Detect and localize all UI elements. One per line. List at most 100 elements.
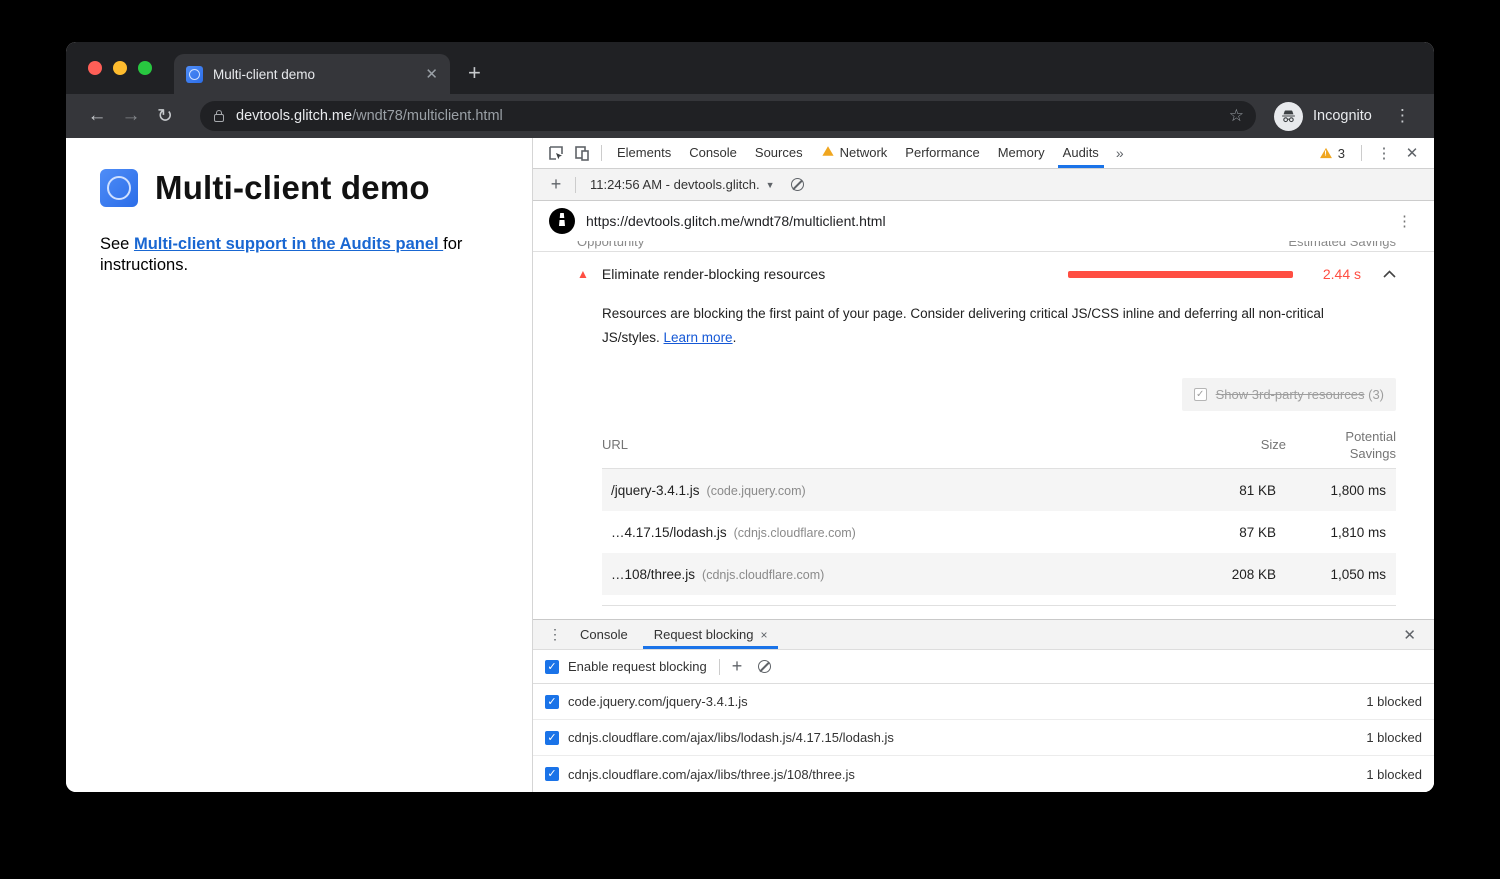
third-party-checkbox[interactable]: ✓ <box>1194 388 1207 401</box>
third-party-toggle[interactable]: ✓ Show 3rd-party resources (3) <box>1182 378 1396 411</box>
browser-menu-icon[interactable]: ⋮ <box>1394 106 1411 126</box>
table-row: /jquery-3.4.1.js(code.jquery.com) 81 KB … <box>602 469 1396 511</box>
devtools-tabbar: Elements Console Sources Network Perform… <box>533 138 1434 169</box>
report-menu-icon[interactable]: ⋮ <box>1397 212 1418 230</box>
drawer-tab-close-icon[interactable]: × <box>760 628 767 642</box>
resource-savings: 1,810 ms <box>1276 524 1386 541</box>
reload-icon[interactable]: ↻ <box>148 105 182 128</box>
tab-title: Multi-client demo <box>213 67 415 82</box>
resource-url: …4.17.15/lodash.js <box>611 525 727 540</box>
incognito-label: Incognito <box>1313 108 1372 124</box>
tab-close-icon[interactable]: ✕ <box>425 65 438 83</box>
third-party-label-text: Show 3rd-party resources <box>1216 387 1365 402</box>
page-title: Multi-client demo <box>155 169 430 207</box>
learn-more-link[interactable]: Learn more <box>664 330 733 345</box>
blocked-count: 1 blocked <box>1366 694 1422 709</box>
collapse-chevron-icon[interactable] <box>1383 270 1396 278</box>
warning-icon <box>1320 148 1332 158</box>
drawer-tab-request-blocking[interactable]: Request blocking × <box>641 620 781 649</box>
toolbar-divider <box>601 145 602 161</box>
table-header: URL Size PotentialSavings <box>602 421 1396 469</box>
address-bar[interactable]: devtools.glitch.me /wndt78/multiclient.h… <box>200 101 1256 131</box>
audits-panel-link[interactable]: Multi-client support in the Audits panel <box>134 235 443 253</box>
savings-value: 2.44 s <box>1309 266 1361 282</box>
url-path: /wndt78/multiclient.html <box>352 108 503 124</box>
close-window-button[interactable] <box>88 61 102 75</box>
drawer-menu-icon[interactable]: ⋮ <box>543 626 567 643</box>
resource-origin: (cdnjs.cloudflare.com) <box>734 526 856 540</box>
blocked-count: 1 blocked <box>1366 767 1422 782</box>
browser-tab[interactable]: Multi-client demo ✕ <box>174 54 450 94</box>
resource-size: 208 KB <box>1196 567 1276 582</box>
add-pattern-icon[interactable]: + <box>732 656 743 677</box>
tab-audits[interactable]: Audits <box>1054 138 1108 168</box>
toolbar-divider <box>719 659 720 675</box>
forward-icon[interactable]: → <box>114 105 148 127</box>
devtools-close-icon[interactable]: ✕ <box>1400 144 1424 162</box>
new-audit-icon[interactable]: + <box>543 174 569 195</box>
audits-toolbar: + 11:24:56 AM - devtools.glitch. ▼ <box>533 169 1434 201</box>
drawer-tab-console[interactable]: Console <box>567 620 641 649</box>
opportunity-table: URL Size PotentialSavings /jquery-3.4.1.… <box>602 421 1396 595</box>
lighthouse-avatar-icon <box>549 208 575 234</box>
tab-performance[interactable]: Performance <box>896 138 988 168</box>
resource-size: 87 KB <box>1196 525 1276 540</box>
tab-elements[interactable]: Elements <box>608 138 680 168</box>
opportunity-column-label: Opportunity <box>577 241 644 249</box>
device-toolbar-icon[interactable] <box>569 140 595 166</box>
incognito-badge: Incognito <box>1274 102 1372 131</box>
minimize-window-button[interactable] <box>113 61 127 75</box>
clear-audits-icon[interactable] <box>791 178 804 191</box>
bookmark-star-icon[interactable]: ☆ <box>1229 106 1244 126</box>
enable-request-blocking-checkbox[interactable]: ✓ <box>545 660 559 674</box>
pattern-checkbox[interactable]: ✓ <box>545 767 559 781</box>
blocked-pattern-row[interactable]: ✓ cdnjs.cloudflare.com/ajax/libs/three.j… <box>533 756 1434 792</box>
blocked-pattern-row[interactable]: ✓ cdnjs.cloudflare.com/ajax/libs/lodash.… <box>533 720 1434 756</box>
tab-network[interactable]: Network <box>812 138 897 168</box>
tab-console[interactable]: Console <box>680 138 746 168</box>
tab-strip: Multi-client demo ✕ + <box>66 42 1434 94</box>
devtools-panel: Elements Console Sources Network Perform… <box>533 138 1434 792</box>
blocked-pattern-row[interactable]: ✓ code.jquery.com/jquery-3.4.1.js 1 bloc… <box>533 684 1434 720</box>
drawer-tab-label: Request blocking <box>654 627 754 642</box>
enable-request-blocking-label[interactable]: Enable request blocking <box>568 659 707 674</box>
warning-counter[interactable]: 3 <box>1319 146 1351 161</box>
third-party-label: Show 3rd-party resources (3) <box>1216 387 1384 402</box>
opportunity-row[interactable]: ▲ Eliminate render-blocking resources 2.… <box>533 252 1434 296</box>
opportunity-title: Eliminate render-blocking resources <box>602 266 1068 282</box>
report-url-header: https://devtools.glitch.me/wndt78/multic… <box>533 201 1434 241</box>
dropdown-arrow-icon[interactable]: ▼ <box>766 180 775 190</box>
pattern-checkbox[interactable]: ✓ <box>545 695 559 709</box>
clipped-column-headers: Opportunity Estimated Savings <box>533 241 1434 251</box>
table-row: …108/three.js(cdnjs.cloudflare.com) 208 … <box>602 553 1396 595</box>
audits-report: https://devtools.glitch.me/wndt78/multic… <box>533 201 1434 619</box>
browser-window: Multi-client demo ✕ + ← → ↻ devtools.gli… <box>66 42 1434 792</box>
inspect-element-icon[interactable] <box>543 140 569 166</box>
resource-savings: 1,800 ms <box>1276 482 1386 499</box>
pattern-text: cdnjs.cloudflare.com/ajax/libs/lodash.js… <box>568 730 1366 745</box>
drawer: ⋮ Console Request blocking × ✕ ✓ Enable r… <box>533 619 1434 792</box>
url-host: devtools.glitch.me <box>236 108 352 124</box>
tab-memory[interactable]: Memory <box>989 138 1054 168</box>
devtools-menu-icon[interactable]: ⋮ <box>1372 144 1396 162</box>
pattern-text: cdnjs.cloudflare.com/ajax/libs/three.js/… <box>568 767 1366 782</box>
header-url: URL <box>602 437 1206 452</box>
zoom-window-button[interactable] <box>138 61 152 75</box>
audit-run-select[interactable]: 11:24:56 AM - devtools.glitch. <box>590 177 760 192</box>
toolbar-divider <box>1361 145 1362 161</box>
drawer-close-icon[interactable]: ✕ <box>1403 626 1424 644</box>
back-icon[interactable]: ← <box>80 105 114 127</box>
new-tab-button[interactable]: + <box>468 60 481 86</box>
toolbar-divider <box>575 177 576 193</box>
header-savings-line1: Potential <box>1345 429 1396 444</box>
paragraph-prefix: See <box>100 235 134 253</box>
pattern-text: code.jquery.com/jquery-3.4.1.js <box>568 694 1366 709</box>
pattern-checkbox[interactable]: ✓ <box>545 731 559 745</box>
tab-sources[interactable]: Sources <box>746 138 812 168</box>
header-size: Size <box>1206 437 1286 452</box>
browser-toolbar: ← → ↻ devtools.glitch.me /wndt78/multicl… <box>66 94 1434 138</box>
resource-url: …108/three.js <box>611 567 695 582</box>
lock-icon <box>214 114 224 122</box>
remove-all-patterns-icon[interactable] <box>758 660 771 673</box>
more-tabs-icon[interactable]: » <box>1108 145 1132 161</box>
